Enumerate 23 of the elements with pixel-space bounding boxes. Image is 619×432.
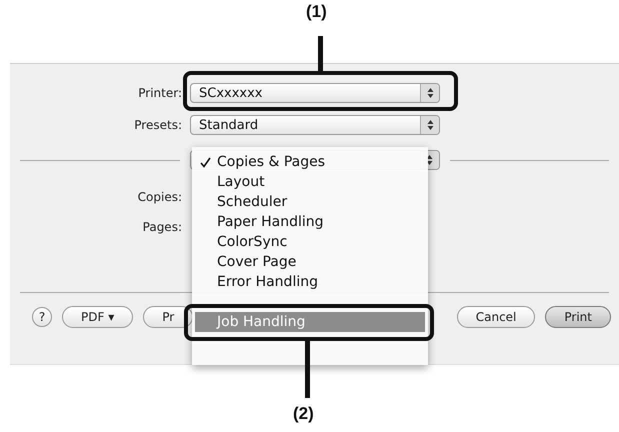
menu-item[interactable]: Paper Handling <box>195 212 425 232</box>
pdf-menu-button[interactable]: PDF ▾ <box>62 306 134 328</box>
callout-label: (1) <box>306 2 327 22</box>
presets-label: Presets: <box>133 118 182 132</box>
presets-popup[interactable]: Standard <box>190 115 440 135</box>
dialog-button[interactable]: Cancel <box>456 306 536 328</box>
menu-item[interactable]: Scheduler <box>195 192 425 212</box>
callout-label: (2) <box>293 404 314 424</box>
stepper-icon <box>420 116 439 134</box>
printer-label: Printer: <box>137 86 182 100</box>
dialog-button[interactable]: Pr <box>143 306 194 328</box>
menu-item[interactable]: Error Handling <box>195 272 425 292</box>
checkmark-icon <box>200 156 211 168</box>
menu-item[interactable]: Cover Page <box>195 252 425 272</box>
menu-item[interactable]: ColorSync <box>195 232 425 252</box>
printer-popup[interactable]: SCxxxxxx <box>190 83 440 103</box>
menu-item[interactable]: Copies & Pages <box>195 152 425 172</box>
menu-item[interactable]: Layout <box>195 172 425 192</box>
print-button[interactable]: Print <box>545 306 611 328</box>
copies-label: Copies: <box>136 190 182 204</box>
pages-label: Pages: <box>142 220 182 234</box>
stepper-icon <box>420 84 439 102</box>
help-button[interactable]: ? <box>32 307 52 327</box>
